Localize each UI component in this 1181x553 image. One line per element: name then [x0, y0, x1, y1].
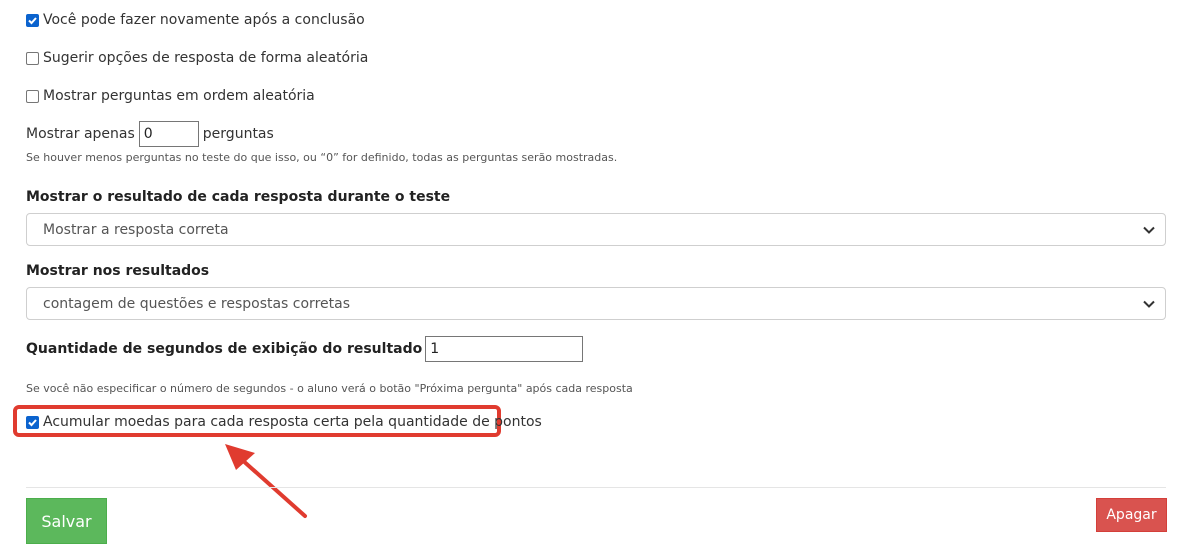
save-button[interactable]: Salvar	[26, 498, 107, 544]
delete-button[interactable]: Apagar	[1096, 498, 1167, 532]
form-divider	[26, 487, 1166, 488]
arrow-icon	[225, 444, 307, 518]
